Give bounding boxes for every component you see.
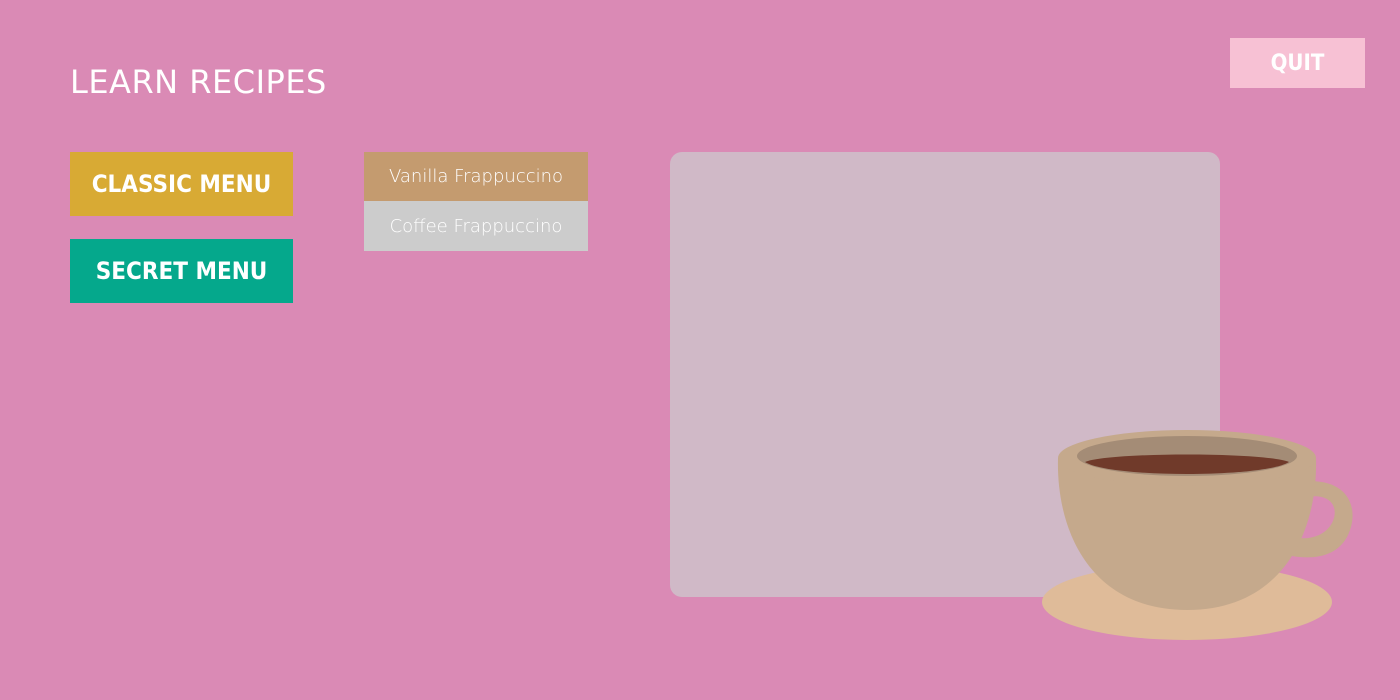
page-title: LEARN RECIPES	[70, 63, 327, 101]
coffee-cup-icon	[1042, 430, 1353, 640]
quit-button[interactable]: QUIT	[1230, 38, 1365, 88]
classic-menu-button[interactable]: CLASSIC MENU	[70, 152, 293, 216]
secret-menu-button[interactable]: SECRET MENU	[70, 239, 293, 303]
recipe-item-coffee-frappuccino[interactable]: Coffee Frappuccino	[364, 201, 588, 251]
recipe-item-vanilla-frappuccino[interactable]: Vanilla Frappuccino	[364, 152, 588, 201]
